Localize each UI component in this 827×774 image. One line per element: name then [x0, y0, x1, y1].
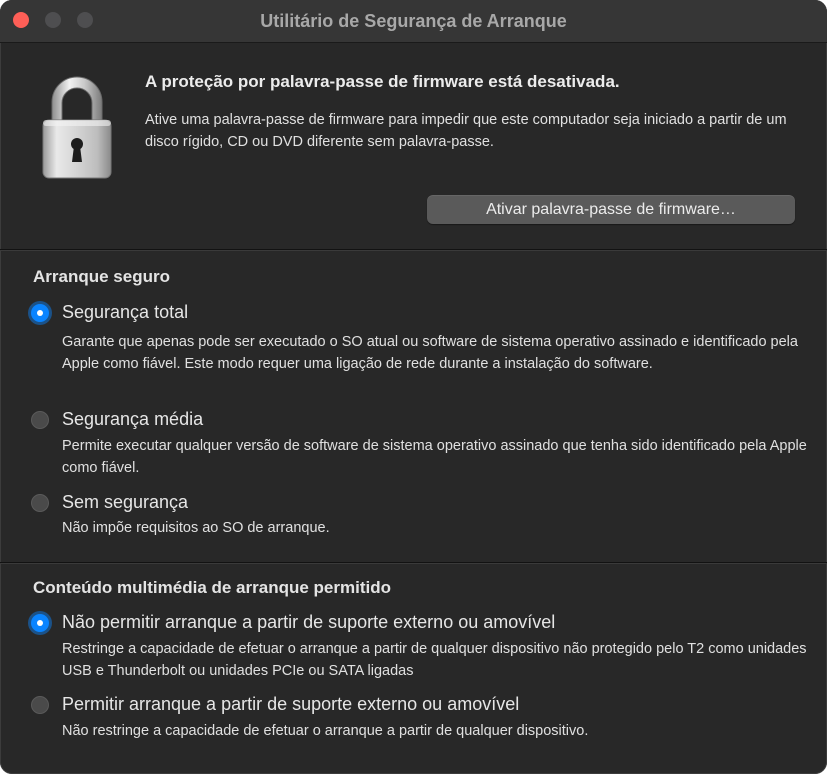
title-bar[interactable]: Utilitário de Segurança de Arranque — [0, 0, 827, 43]
lock-icon — [38, 72, 116, 182]
medium-security-label[interactable]: Segurança média — [62, 409, 203, 430]
startup-security-window: Utilitário de Segurança de Arranque A pr… — [0, 0, 827, 774]
medium-security-radio[interactable] — [31, 411, 49, 429]
full-security-radio[interactable] — [31, 304, 49, 322]
medium-security-description: Permite executar qualquer versão de soft… — [62, 438, 807, 476]
disallow-external-boot-label[interactable]: Não permitir arranque a partir de suport… — [62, 612, 555, 633]
enable-firmware-password-button[interactable]: Ativar palavra-passe de firmware… — [427, 195, 795, 224]
disallow-external-boot-description: Restringe a capacidade de efetuar o arra… — [62, 641, 807, 679]
section-divider — [0, 562, 827, 564]
no-security-label[interactable]: Sem segurança — [62, 492, 188, 513]
full-security-label[interactable]: Segurança total — [62, 302, 188, 323]
firmware-status-heading: A proteção por palavra-passe de firmware… — [145, 72, 620, 91]
allow-external-boot-label[interactable]: Permitir arranque a partir de suporte ex… — [62, 694, 519, 715]
full-security-description: Garante que apenas pode ser executado o … — [62, 334, 798, 372]
section-divider — [0, 249, 827, 251]
allow-external-boot-radio[interactable] — [31, 696, 49, 714]
allow-external-boot-description: Não restringe a capacidade de efetuar o … — [62, 723, 589, 739]
disallow-external-boot-radio[interactable] — [31, 614, 49, 632]
no-security-radio[interactable] — [31, 494, 49, 512]
no-security-description: Não impõe requisitos ao SO de arranque. — [62, 520, 330, 536]
window-title: Utilitário de Segurança de Arranque — [260, 11, 567, 31]
secure-boot-title: Arranque seguro — [33, 267, 170, 286]
firmware-description: Ative uma palavra-passe de firmware para… — [145, 112, 787, 150]
boot-media-title: Conteúdo multimédia de arranque permitid… — [33, 578, 391, 597]
